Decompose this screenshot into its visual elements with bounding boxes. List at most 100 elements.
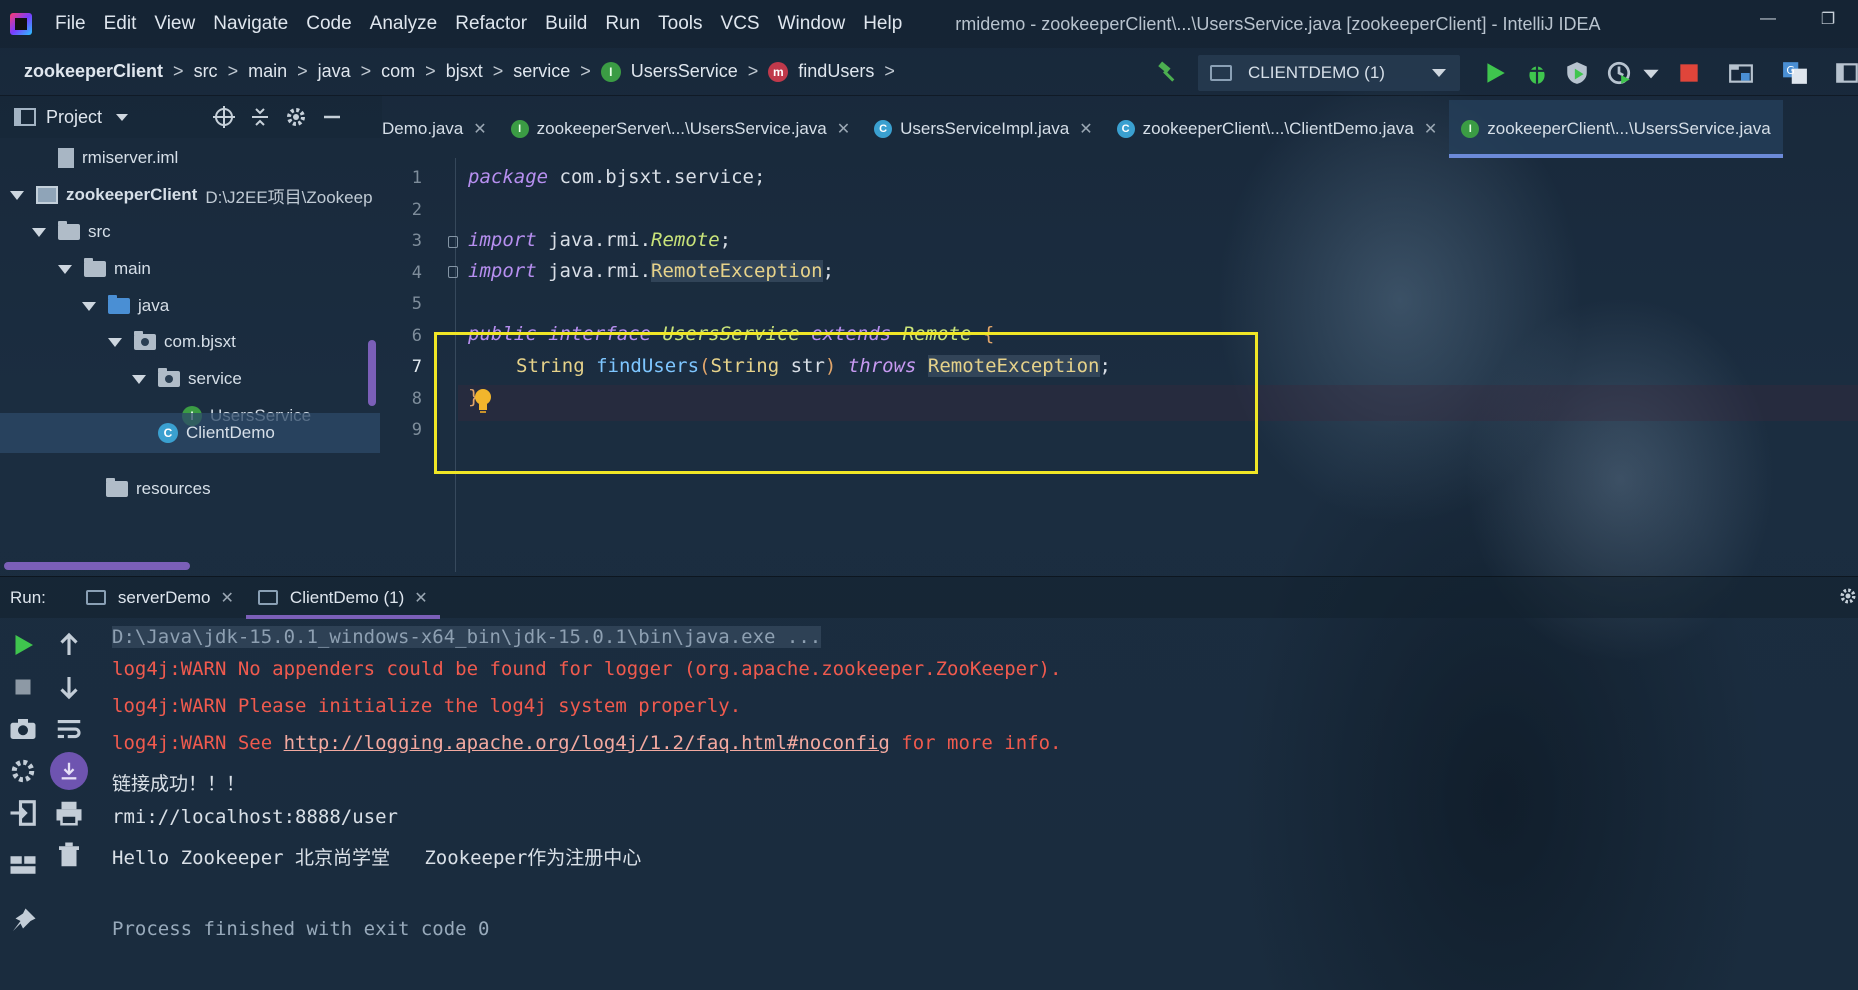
chevron-down-icon[interactable] xyxy=(58,264,72,274)
tree-item-resources[interactable]: resources xyxy=(106,469,211,509)
project-title[interactable]: Project xyxy=(46,107,102,128)
menu-tools[interactable]: Tools xyxy=(649,13,711,35)
chevron-down-icon[interactable] xyxy=(116,113,129,121)
run-tab-serverdemo[interactable]: serverDemo ✕ xyxy=(74,577,246,619)
tab-zookeeperserver-usersservice[interactable]: IzookeeperServer\...\UsersService.java ✕ xyxy=(499,100,862,158)
stop-icon[interactable] xyxy=(1676,60,1702,86)
menu-file[interactable]: File xyxy=(46,13,95,35)
menu-build[interactable]: Build xyxy=(536,13,596,35)
menu-window[interactable]: Window xyxy=(769,13,855,35)
breadcrumb-com[interactable]: com xyxy=(381,61,415,82)
chevron-down-icon[interactable] xyxy=(82,301,96,311)
close-icon[interactable]: ✕ xyxy=(473,119,486,139)
run-tab-clientdemo[interactable]: ClientDemo (1) ✕ xyxy=(245,577,440,619)
svg-text:G: G xyxy=(1786,64,1794,77)
breadcrumb-java[interactable]: java xyxy=(318,61,351,82)
menu-refactor[interactable]: Refactor xyxy=(446,13,536,35)
tree-item-main[interactable]: main xyxy=(58,249,151,289)
breadcrumb-findusers[interactable]: m findUsers xyxy=(768,61,874,82)
chevron-down-icon[interactable] xyxy=(108,337,122,347)
camera-icon[interactable] xyxy=(8,714,38,744)
tree-item-src[interactable]: src xyxy=(32,212,111,252)
menu-analyze[interactable]: Analyze xyxy=(361,13,447,35)
menu-vcs[interactable]: VCS xyxy=(712,13,769,35)
profile-icon[interactable] xyxy=(1606,60,1632,86)
collapse-icon[interactable] xyxy=(242,105,278,129)
tree-horizontal-scrollbar[interactable] xyxy=(4,562,190,570)
console-command-line[interactable]: D:\Java\jdk-15.0.1_windows-x64_bin\jdk-1… xyxy=(112,626,822,648)
minimize-button[interactable]: — xyxy=(1738,0,1798,38)
console-warning-line: log4j:WARN See http://logging.apache.org… xyxy=(112,732,1061,754)
project-structure-icon[interactable] xyxy=(1728,60,1754,86)
breadcrumb-module[interactable]: zookeeperClient xyxy=(24,61,163,82)
app-logo[interactable] xyxy=(10,13,32,35)
tree-item-com-bjsxt[interactable]: com.bjsxt xyxy=(108,322,236,362)
close-icon[interactable]: ✕ xyxy=(221,588,234,608)
menu-help[interactable]: Help xyxy=(854,13,911,35)
tree-vertical-scrollbar[interactable] xyxy=(368,340,376,406)
tree-item-zookeeperclient[interactable]: zookeeperClient D:\J2EE项目\Zookeep xyxy=(10,175,373,215)
chevron-down-icon[interactable] xyxy=(132,374,146,384)
close-icon[interactable]: ✕ xyxy=(1079,119,1092,139)
fold-icon[interactable] xyxy=(448,236,458,248)
tab-usersserviceimpl[interactable]: C UsersServiceImpl.java ✕ xyxy=(862,100,1105,158)
line-number: 5 xyxy=(411,294,422,314)
chevron-down-icon[interactable] xyxy=(10,190,24,200)
fold-icon[interactable] xyxy=(448,266,458,278)
close-icon[interactable]: ✕ xyxy=(414,588,427,608)
rerun-icon[interactable] xyxy=(8,630,38,660)
menu-code[interactable]: Code xyxy=(297,13,360,35)
close-icon[interactable]: ✕ xyxy=(837,119,850,139)
console-output[interactable]: D:\Java\jdk-15.0.1_windows-x64_bin\jdk-1… xyxy=(112,618,1858,990)
soft-wrap-icon[interactable] xyxy=(54,714,84,744)
tab-demo-java[interactable]: Demo.java ✕ xyxy=(382,100,499,158)
tree-item-service[interactable]: service xyxy=(132,359,242,399)
gear-icon[interactable] xyxy=(1838,586,1858,606)
menu-navigate[interactable]: Navigate xyxy=(204,13,297,35)
gear-icon[interactable] xyxy=(278,105,314,129)
layout-icon[interactable] xyxy=(1834,60,1858,86)
restore-button[interactable]: ❐ xyxy=(1798,0,1858,38)
tab-zookeeperclient-clientdemo[interactable]: CzookeeperClient\...\ClientDemo.java ✕ xyxy=(1105,100,1450,158)
locate-icon[interactable] xyxy=(206,105,242,129)
run-icon[interactable] xyxy=(1482,60,1508,86)
breadcrumb-separator: > xyxy=(747,61,759,81)
tree-item-java[interactable]: java xyxy=(82,286,169,326)
tab-zookeeperclient-usersservice[interactable]: IzookeeperClient\...\UsersService.java xyxy=(1449,100,1784,158)
translate-icon[interactable]: G xyxy=(1782,60,1808,86)
layout-icon[interactable] xyxy=(8,850,38,880)
arrow-down-icon[interactable] xyxy=(54,672,84,702)
hammer-icon[interactable] xyxy=(1156,60,1180,84)
code-text: java.rmi. xyxy=(536,229,652,251)
scroll-to-end-icon xyxy=(61,762,77,780)
chevron-down-icon[interactable] xyxy=(1638,60,1664,86)
tree-item-clientdemo[interactable]: C ClientDemo xyxy=(0,413,380,453)
arrow-up-icon[interactable] xyxy=(54,630,84,660)
breadcrumb-src[interactable]: src xyxy=(194,61,218,82)
minimize-icon[interactable] xyxy=(314,105,350,129)
menu-run[interactable]: Run xyxy=(596,13,649,35)
scroll-to-end-button[interactable] xyxy=(50,752,88,790)
breadcrumb-usersservice[interactable]: I UsersService xyxy=(600,61,738,82)
coverage-icon[interactable] xyxy=(1564,60,1590,86)
menu-view[interactable]: View xyxy=(145,13,204,35)
console-link[interactable]: http://logging.apache.org/log4j/1.2/faq.… xyxy=(284,732,890,754)
trash-icon[interactable] xyxy=(54,840,84,870)
print-icon[interactable] xyxy=(54,798,84,828)
login-icon[interactable] xyxy=(8,798,38,828)
run-config-selector[interactable]: CLIENTDEMO (1) xyxy=(1198,55,1460,91)
breadcrumb-bjsxt[interactable]: bjsxt xyxy=(446,61,483,82)
pin-icon[interactable] xyxy=(8,906,38,936)
chevron-down-icon[interactable] xyxy=(32,227,46,237)
stop-icon[interactable] xyxy=(8,672,38,702)
menu-edit[interactable]: Edit xyxy=(95,13,146,35)
package-icon xyxy=(134,331,156,350)
console-text: for more info. xyxy=(889,732,1062,754)
chevron-down-icon xyxy=(1432,69,1446,77)
breadcrumb-main[interactable]: main xyxy=(248,61,287,82)
close-icon[interactable]: ✕ xyxy=(1424,119,1437,139)
settings-icon[interactable] xyxy=(8,756,38,786)
debug-icon[interactable] xyxy=(1524,60,1550,86)
tree-item-rmiserver-iml[interactable]: rmiserver.iml xyxy=(58,138,178,178)
breadcrumb-service[interactable]: service xyxy=(513,61,570,82)
